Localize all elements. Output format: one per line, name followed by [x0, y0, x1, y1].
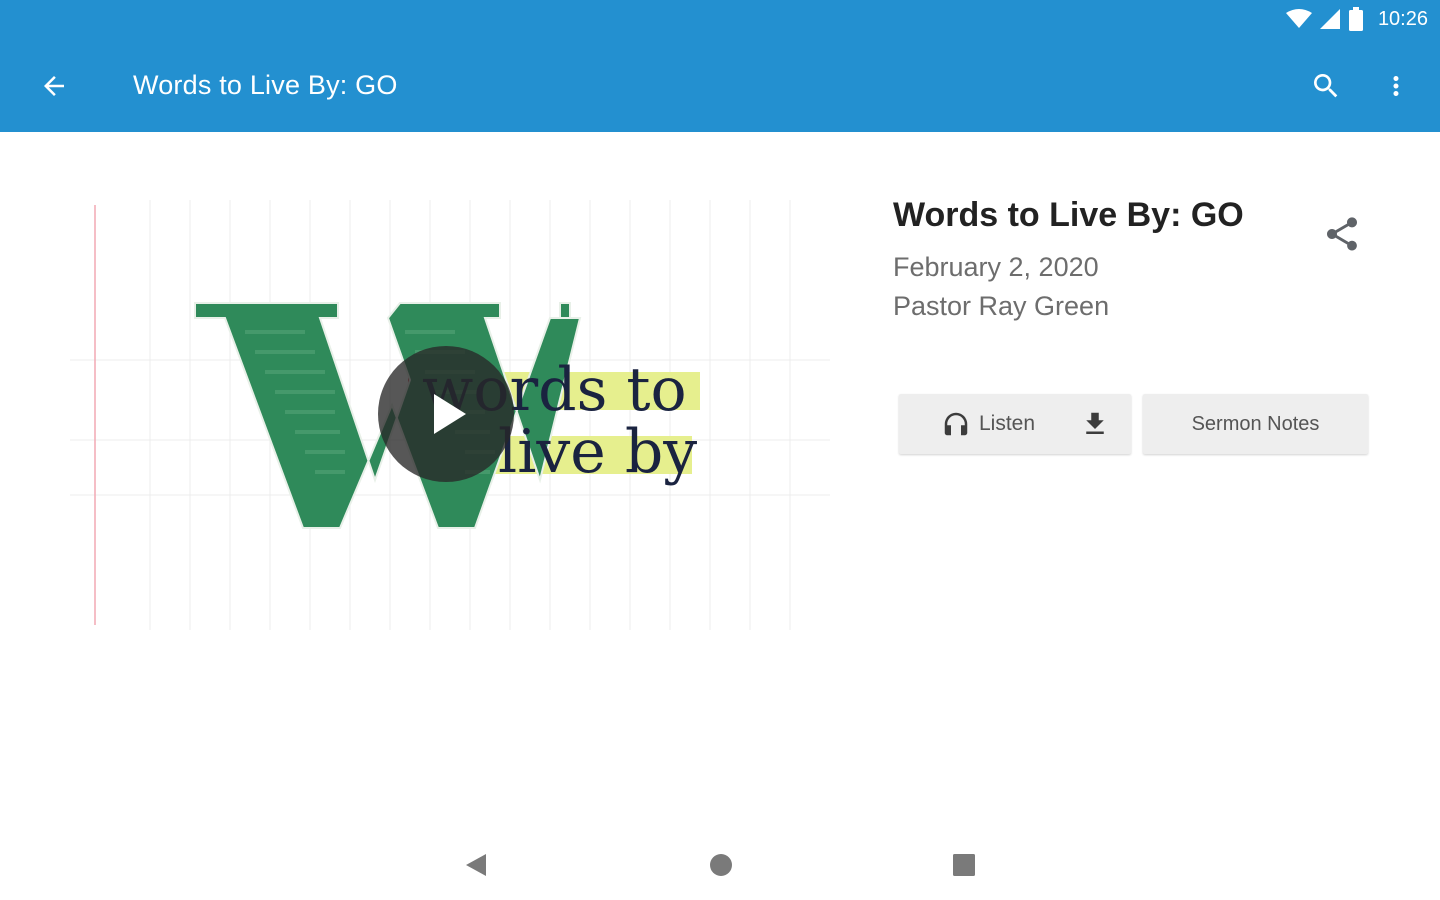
download-icon	[1086, 412, 1104, 434]
listen-label: Listen	[979, 412, 1036, 435]
back-button[interactable]	[34, 66, 74, 106]
status-time: 10:26	[1377, 7, 1428, 30]
back-arrow-icon	[44, 76, 64, 96]
sermon-speaker: Pastor Ray Green	[893, 291, 1110, 321]
battery-icon	[1348, 7, 1363, 31]
sermon-notes-group: Sermon Notes	[1143, 394, 1368, 454]
wifi-icon	[1285, 9, 1312, 28]
download-button[interactable]	[1075, 404, 1115, 444]
play-button[interactable]	[378, 346, 514, 482]
page-title: Words to Live By: GO	[133, 70, 398, 100]
more-options-button[interactable]	[1376, 66, 1416, 106]
sermon-notes-button[interactable]: Sermon Notes	[1143, 394, 1368, 454]
artwork-text-line2: live by	[498, 417, 697, 487]
status-bar: 10:26	[1285, 4, 1428, 34]
listen-download-group: Listen	[899, 394, 1131, 454]
share-icon	[1327, 217, 1357, 251]
app-bar: 10:26 Words to Live By: GO	[0, 0, 1440, 132]
more-vert-icon	[1393, 76, 1399, 96]
headphones-icon	[944, 412, 968, 436]
navigation-bar	[0, 820, 1440, 900]
nav-home-icon[interactable]	[706, 850, 736, 880]
share-button[interactable]	[1318, 210, 1366, 258]
search-icon	[1314, 74, 1338, 98]
play-icon	[434, 394, 466, 434]
listen-button[interactable]: Listen	[941, 394, 1035, 454]
nav-recent-icon[interactable]	[949, 850, 979, 880]
search-button[interactable]	[1306, 66, 1346, 106]
cell-signal-icon	[1319, 9, 1340, 29]
sermon-date: February 2, 2020	[893, 252, 1099, 282]
sermon-title: Words to Live By: GO	[893, 196, 1244, 234]
nav-back-icon[interactable]	[462, 850, 492, 880]
